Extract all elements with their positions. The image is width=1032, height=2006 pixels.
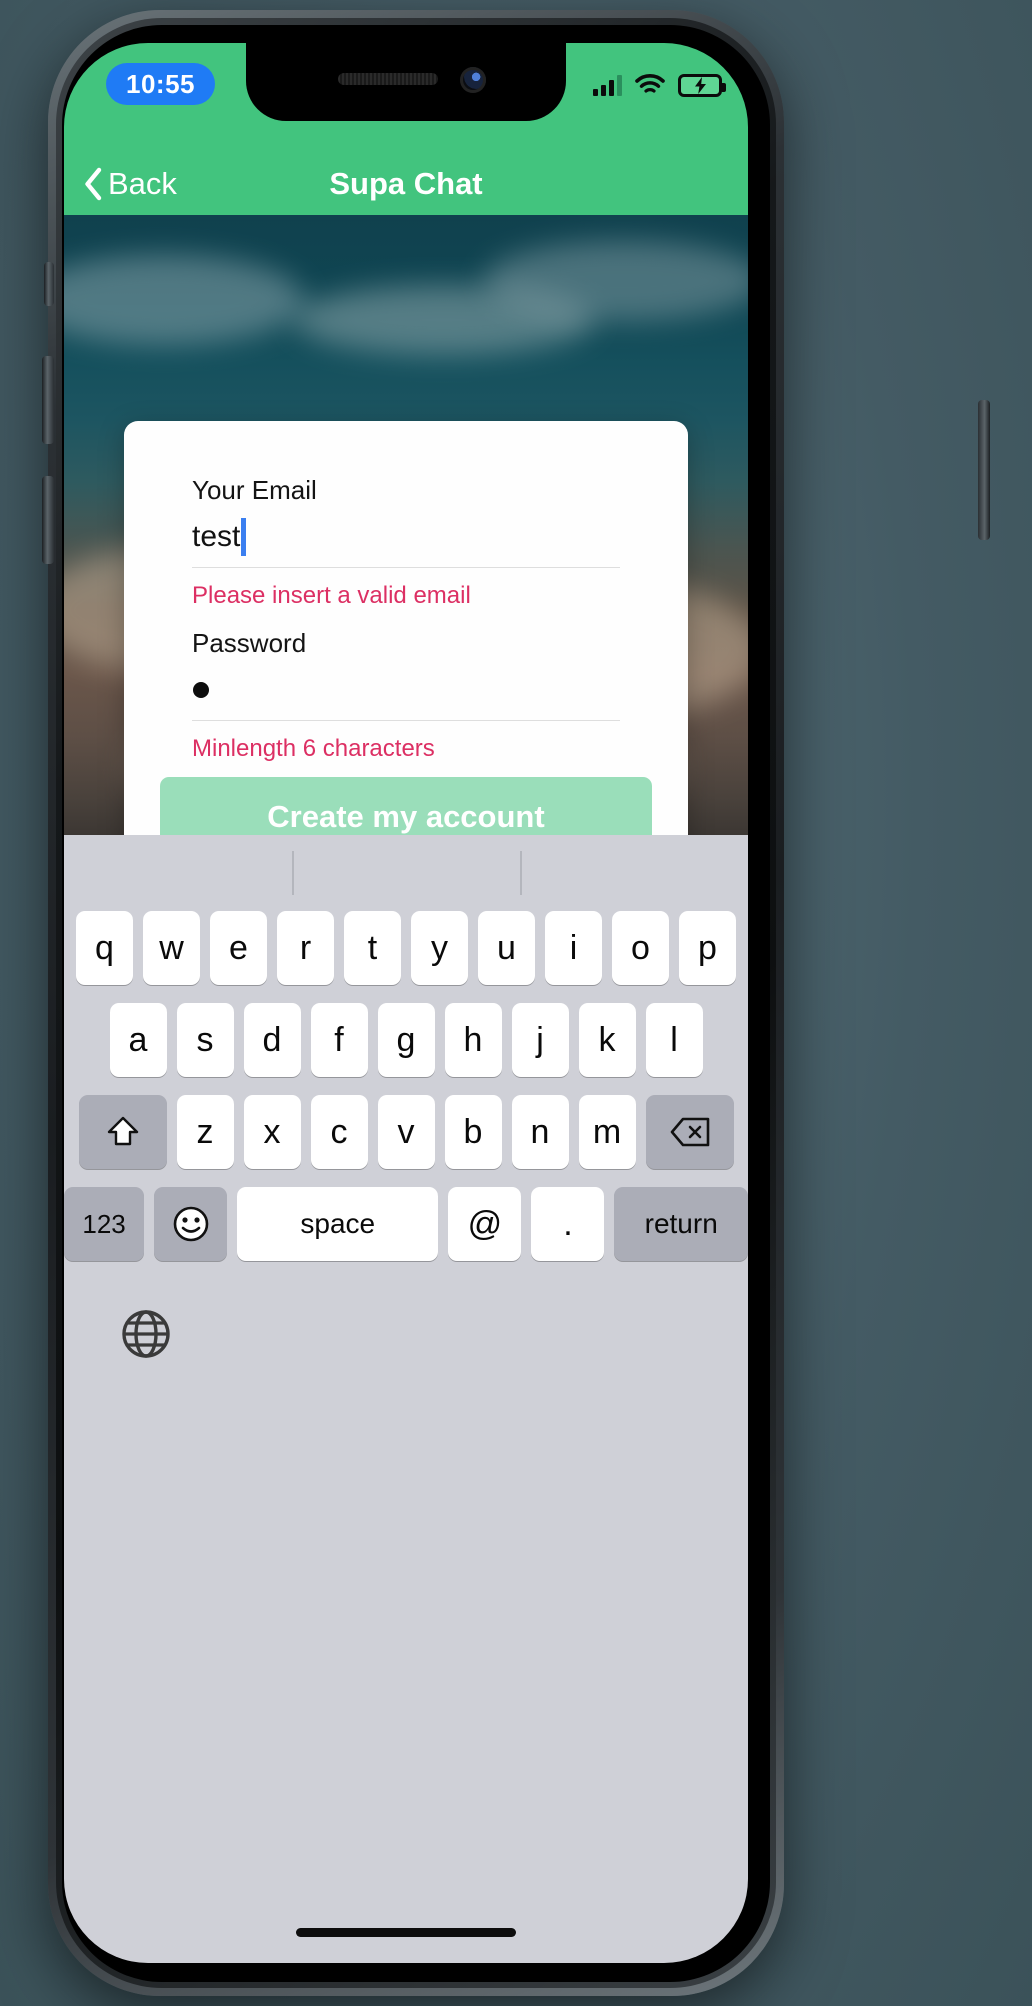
password-masked-character [193,681,209,698]
emoji-smiley-icon [173,1206,208,1242]
signup-card: Your Email test Please insert a valid em… [124,421,688,835]
key-e[interactable]: e [210,911,267,985]
key-m[interactable]: m [578,1095,636,1169]
shift-icon [107,1116,138,1146]
period-key[interactable]: . [531,1187,605,1261]
globe-icon [122,1310,170,1358]
key-t[interactable]: t [344,911,401,985]
at-key[interactable]: @ [448,1187,522,1261]
status-time: 10:55 [106,63,215,105]
key-f[interactable]: f [310,1003,368,1077]
key-r[interactable]: r [277,911,334,985]
email-error-message: Please insert a valid email [192,582,471,609]
key-j[interactable]: j [511,1003,569,1077]
backspace-key[interactable] [645,1095,734,1169]
volume-down-button[interactable] [42,476,54,564]
email-input[interactable]: test [192,506,620,568]
key-w[interactable]: w [143,911,200,985]
power-button[interactable] [978,400,990,540]
key-d[interactable]: d [243,1003,301,1077]
key-o[interactable]: o [612,911,669,985]
key-z[interactable]: z [176,1095,234,1169]
key-n[interactable]: n [511,1095,569,1169]
prediction-divider [292,851,294,895]
home-indicator[interactable] [296,1928,516,1937]
chevron-left-icon [85,167,102,201]
key-k[interactable]: k [578,1003,636,1077]
key-h[interactable]: h [444,1003,502,1077]
front-camera-icon [460,67,486,93]
globe-key[interactable] [118,1306,174,1362]
key-x[interactable]: x [243,1095,301,1169]
key-c[interactable]: c [310,1095,368,1169]
emoji-key[interactable] [154,1187,228,1261]
silent-switch[interactable] [44,262,54,306]
text-cursor [241,517,247,556]
onscreen-keyboard: q w e r t y u i o p a s d f g h j k l z … [64,835,748,1963]
key-b[interactable]: b [444,1095,502,1169]
keyboard-row-2: a s d f g h j k l [64,1003,748,1077]
backspace-icon [670,1117,709,1147]
key-s[interactable]: s [176,1003,234,1077]
key-v[interactable]: v [377,1095,435,1169]
background-cloud [484,241,748,321]
app-content: Your Email test Please insert a valid em… [64,215,748,835]
volume-up-button[interactable] [42,356,54,444]
earpiece-speaker-icon [338,73,438,85]
keyboard-row-3: z x c v b n m [64,1095,748,1169]
screenshot-root: 10:55 Back Supa Chat Your Email test Ple… [0,0,1032,2006]
background-cloud [64,255,304,345]
back-button-label: Back [108,166,177,201]
wifi-icon [635,74,665,96]
password-input[interactable] [192,659,620,721]
password-label: Password [192,628,307,658]
prediction-bar[interactable] [64,835,748,911]
phone-screen: 10:55 Back Supa Chat Your Email test Ple… [64,43,748,1963]
prediction-divider [520,851,522,895]
key-u[interactable]: u [478,911,535,985]
navigation-bar: Back Supa Chat [64,153,748,215]
back-button[interactable]: Back [82,166,177,202]
shift-key[interactable] [78,1095,167,1169]
space-key[interactable]: space [237,1187,439,1261]
email-label: Your Email [192,475,317,505]
numbers-key[interactable]: 123 [64,1187,145,1261]
keyboard-row-1: q w e r t y u i o p [64,911,748,985]
create-account-button[interactable]: Create my account [160,777,652,835]
key-y[interactable]: y [411,911,468,985]
key-l[interactable]: l [645,1003,703,1077]
keyboard-row-4: 123 space @ . return [64,1187,748,1261]
email-input-value: test [192,519,241,553]
cellular-signal-icon [593,74,622,96]
keyboard-bottom-row [64,1279,748,1389]
key-p[interactable]: p [679,911,736,985]
return-key[interactable]: return [614,1187,748,1261]
battery-charging-icon [678,73,726,97]
key-q[interactable]: q [76,911,133,985]
status-icons [593,65,726,105]
key-a[interactable]: a [109,1003,167,1077]
key-i[interactable]: i [545,911,602,985]
key-g[interactable]: g [377,1003,435,1077]
password-error-message: Minlength 6 characters [192,735,435,762]
